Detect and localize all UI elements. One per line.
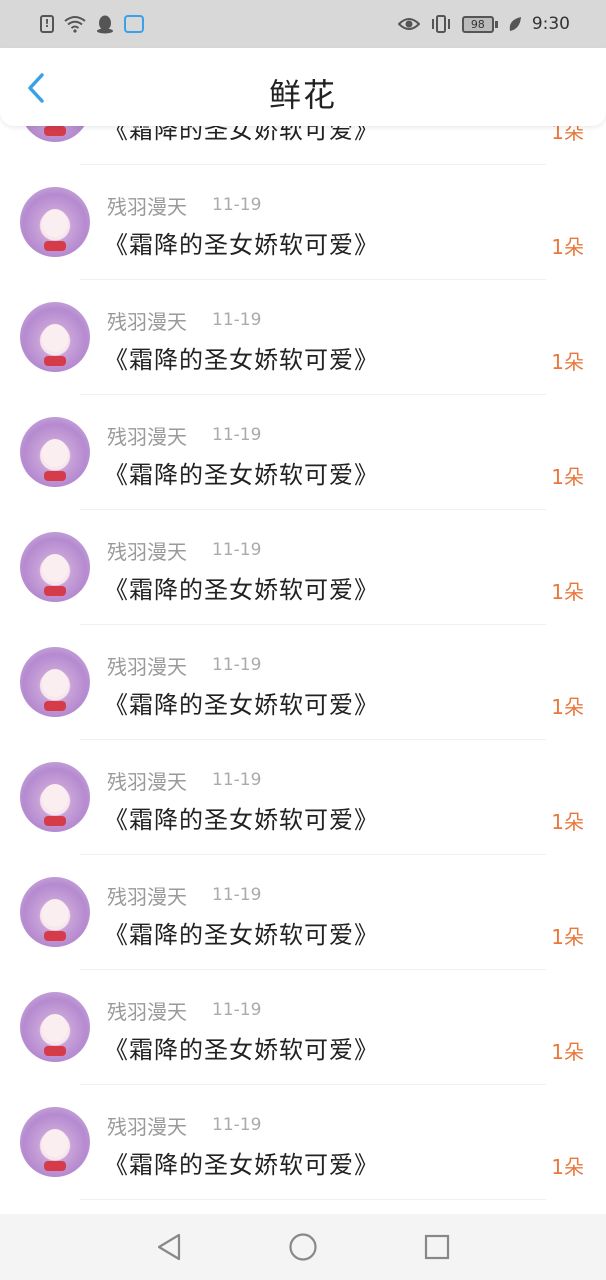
header: 鲜花 — [0, 48, 606, 126]
status-bar: ! 98 9:30 — [0, 0, 606, 48]
list-item[interactable]: 残羽漫天 11-19 《霜降的圣女娇软可爱》 1朵 — [0, 1085, 606, 1200]
avatar[interactable] — [20, 992, 90, 1062]
username: 残羽漫天 — [107, 1000, 187, 1024]
nav-recents-button[interactable] — [420, 1230, 454, 1264]
date: 11-19 — [212, 770, 262, 790]
flower-count: 1朵 — [551, 580, 584, 604]
avatar[interactable] — [20, 1107, 90, 1177]
page-title: 鲜花 — [268, 76, 337, 114]
flower-count: 1朵 — [551, 465, 584, 489]
username: 残羽漫天 — [107, 770, 187, 794]
username: 残羽漫天 — [107, 195, 187, 219]
square-recents-icon — [424, 1234, 450, 1260]
username: 残羽漫天 — [107, 1115, 187, 1139]
date: 11-19 — [212, 425, 262, 445]
list-item[interactable]: 残羽漫天 11-19 《霜降的圣女娇软可爱》 1朵 — [0, 625, 606, 740]
flower-count: 1朵 — [551, 235, 584, 259]
username: 残羽漫天 — [107, 425, 187, 449]
book-title[interactable]: 《霜降的圣女娇软可爱》 — [104, 225, 379, 260]
username: 残羽漫天 — [107, 885, 187, 909]
date: 11-19 — [212, 195, 262, 215]
avatar[interactable] — [20, 647, 90, 717]
list-item[interactable]: 残羽漫天 11-19 《霜降的圣女娇软可爱》 1朵 — [0, 280, 606, 395]
avatar[interactable] — [20, 877, 90, 947]
flower-count: 1朵 — [551, 925, 584, 949]
flower-count: 1朵 — [551, 695, 584, 719]
book-title[interactable]: 《霜降的圣女娇软可爱》 — [104, 570, 379, 605]
list-item[interactable]: 残羽漫天 11-19 《霜降的圣女娇软可爱》 1朵 — [0, 395, 606, 510]
battery-icon: 98 — [461, 15, 498, 33]
qq-icon — [96, 14, 114, 34]
nav-home-button[interactable] — [286, 1230, 320, 1264]
date: 11-19 — [212, 310, 262, 330]
flower-count: 1朵 — [551, 350, 584, 374]
list-item[interactable]: 残羽漫天 11-19 《霜降的圣女娇软可爱》 1朵 — [0, 970, 606, 1085]
book-title[interactable]: 《霜降的圣女娇软可爱》 — [104, 800, 379, 835]
alert-icon: ! — [40, 15, 54, 33]
flower-count: 1朵 — [551, 1040, 584, 1064]
avatar[interactable] — [20, 187, 90, 257]
book-title[interactable]: 《霜降的圣女娇软可爱》 — [104, 915, 379, 950]
triangle-back-icon — [157, 1233, 181, 1261]
list-item[interactable]: 残羽漫天 11-19 《霜降的圣女娇软可爱》 1朵 — [0, 740, 606, 855]
username: 残羽漫天 — [107, 655, 187, 679]
circle-home-icon — [289, 1233, 317, 1261]
avatar[interactable] — [20, 302, 90, 372]
status-bar-right: 98 9:30 — [397, 14, 570, 34]
book-title[interactable]: 《霜降的圣女娇软可爱》 — [104, 1145, 379, 1180]
wifi-icon — [64, 14, 86, 34]
eye-icon — [397, 14, 420, 34]
date: 11-19 — [212, 655, 262, 675]
avatar[interactable] — [20, 417, 90, 487]
vibrate-icon — [430, 14, 452, 34]
username: 残羽漫天 — [107, 310, 187, 334]
date: 11-19 — [212, 1000, 262, 1020]
app-notification-icon — [124, 15, 144, 33]
flower-list[interactable]: 残羽漫天11-19《霜降的圣女娇软可爱》1朵残羽漫天11-19《霜降的圣女娇软可… — [0, 50, 606, 1280]
status-time: 9:30 — [531, 14, 570, 34]
date: 11-19 — [212, 540, 262, 560]
list-item[interactable]: 残羽漫天 11-19 《霜降的圣女娇软可爱》 1朵 — [0, 510, 606, 625]
book-title[interactable]: 《霜降的圣女娇软可爱》 — [104, 340, 379, 375]
book-title[interactable]: 《霜降的圣女娇软可爱》 — [104, 455, 379, 490]
date: 11-19 — [212, 885, 262, 905]
list-item[interactable]: 残羽漫天 11-19 《霜降的圣女娇软可爱》 1朵 — [0, 165, 606, 280]
nav-back-button[interactable] — [152, 1230, 186, 1264]
flower-count: 1朵 — [551, 1155, 584, 1179]
avatar[interactable] — [20, 762, 90, 832]
date: 11-19 — [212, 1115, 262, 1135]
battery-level: 98 — [461, 15, 494, 33]
username: 残羽漫天 — [107, 540, 187, 564]
avatar[interactable] — [20, 532, 90, 602]
flower-count: 1朵 — [551, 810, 584, 834]
system-nav-bar — [0, 1214, 606, 1280]
list-item[interactable]: 残羽漫天 11-19 《霜降的圣女娇软可爱》 1朵 — [0, 855, 606, 970]
status-bar-left: ! — [40, 14, 144, 34]
book-title[interactable]: 《霜降的圣女娇软可爱》 — [104, 1030, 379, 1065]
book-title[interactable]: 《霜降的圣女娇软可爱》 — [104, 685, 379, 720]
leaf-icon — [508, 14, 522, 34]
